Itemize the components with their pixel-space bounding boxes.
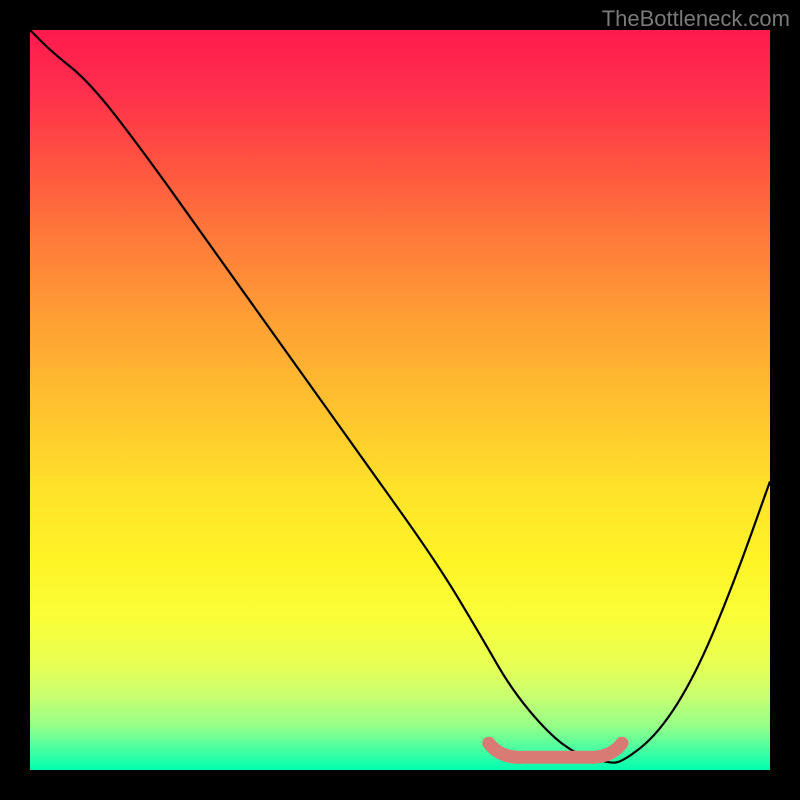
chart-container: TheBottleneck.com (0, 0, 800, 800)
bottleneck-curve (30, 30, 770, 770)
plot-area (30, 30, 770, 770)
curve-line (30, 30, 770, 763)
watermark-text: TheBottleneck.com (602, 6, 790, 32)
